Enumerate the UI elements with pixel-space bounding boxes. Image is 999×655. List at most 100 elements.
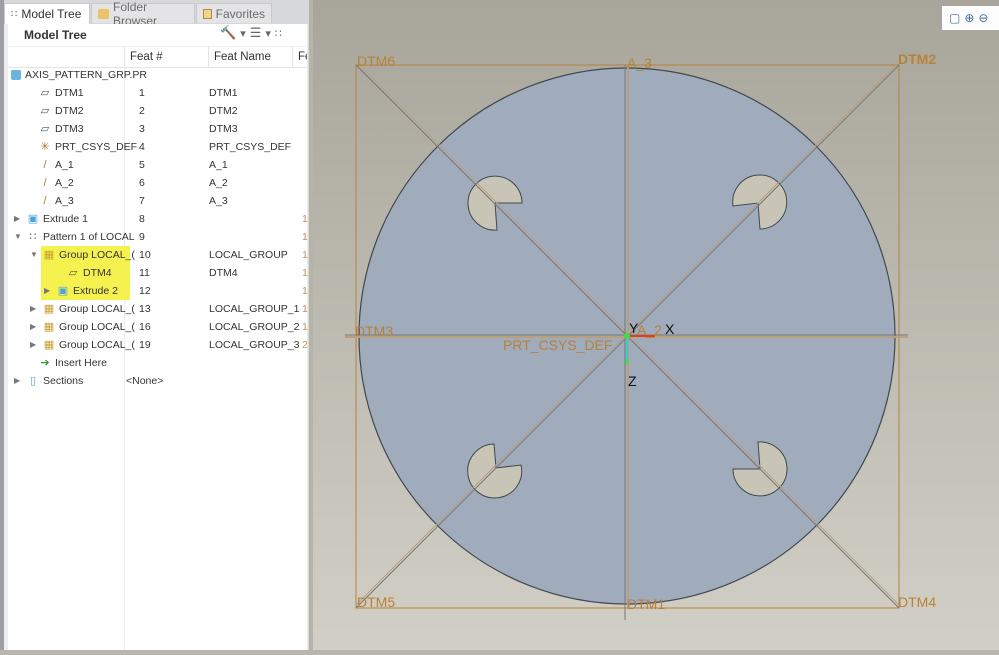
- label-dtm4[interactable]: DTM4: [898, 594, 936, 610]
- tree-row[interactable]: / A_1 5 A_1: [8, 156, 307, 174]
- expand-right-icon[interactable]: ▶: [30, 300, 39, 318]
- label-dtm2[interactable]: DTM2: [898, 51, 936, 67]
- tree-row[interactable]: / A_3 7 A_3: [8, 192, 307, 210]
- tree-row[interactable]: ▶ ▦ Group LOCAL_(13 LOCAL_GROUP_1 1: [8, 300, 308, 318]
- tree-row[interactable]: ▶ ▣ Extrude 2 12 1: [8, 282, 308, 300]
- datum-axis-icon: /: [43, 177, 47, 189]
- label-a3[interactable]: A_3: [627, 55, 652, 71]
- tree-row[interactable]: ▼ ▦ Group LOCAL_(10 LOCAL_GROUP 1: [8, 246, 308, 264]
- expand-right-icon[interactable]: ▶: [44, 282, 53, 300]
- panel-left-edge: [0, 0, 4, 650]
- chevron-down-icon[interactable]: ▾: [265, 27, 271, 40]
- tree-toolbar: 🔨 ▾ ☰ ▾ ∷: [220, 25, 282, 41]
- feat-num: 4: [139, 141, 145, 153]
- view-toolbar: ▢ ⊕ ⊖: [942, 6, 999, 30]
- feat-extra: 1: [302, 267, 308, 279]
- feat-num: 12: [139, 285, 151, 297]
- zoom-in-icon[interactable]: ⊕: [964, 11, 974, 25]
- feat-name: DTM3: [209, 123, 238, 135]
- feat-name: LOCAL_GROUP_3: [209, 339, 300, 351]
- label-dtm5[interactable]: DTM5: [357, 594, 395, 610]
- expand-down-icon[interactable]: ▼: [14, 228, 23, 246]
- feat-num: 19: [139, 339, 151, 351]
- feat-num: 11: [139, 267, 150, 279]
- tree-row[interactable]: ▱ DTM4 11 DTM4 1: [8, 264, 308, 282]
- feat-num: 2: [139, 105, 145, 117]
- tree-row-label: A_1: [55, 159, 74, 171]
- feat-name: DTM2: [209, 105, 238, 117]
- datum-plane-icon: ▱: [40, 123, 50, 135]
- feat-num: 3: [139, 123, 145, 135]
- label-x-axis: X: [665, 321, 675, 337]
- tree-row-label: DTM3: [55, 123, 84, 135]
- feat-extra: 1: [302, 285, 308, 297]
- tab-model-tree[interactable]: ∷ Model Tree: [4, 3, 90, 24]
- expand-right-icon[interactable]: ▶: [30, 318, 39, 336]
- expand-right-icon[interactable]: ▶: [14, 372, 23, 390]
- col-tree[interactable]: [8, 47, 124, 67]
- panel-tabs: ∷ Model Tree Folder Browser Favorites: [4, 0, 308, 28]
- tab-folder-browser[interactable]: Folder Browser: [91, 0, 195, 28]
- tree-row[interactable]: ▶ ▣ Extrude 1 8 1: [8, 210, 308, 228]
- feat-extra: 1: [302, 303, 308, 315]
- datum-plane-icon: ▱: [40, 87, 50, 99]
- tree-row[interactable]: ▱ DTM3 3 DTM3: [8, 120, 307, 138]
- tree-row[interactable]: ➔ Insert Here: [8, 354, 307, 372]
- tree-row-label: Group LOCAL_(: [59, 303, 135, 315]
- label-csys[interactable]: PRT_CSYS_DEF: [503, 337, 612, 353]
- column-header: Feat # Feat Name Fe: [8, 46, 307, 68]
- expand-right-icon[interactable]: ▶: [14, 210, 23, 228]
- zoom-out-icon[interactable]: ⊖: [978, 11, 988, 25]
- tree-row-label: DTM1: [55, 87, 84, 99]
- tree-row[interactable]: ✳ PRT_CSYS_DEF 4 PRT_CSYS_DEF: [8, 138, 307, 156]
- label-z-axis: Z: [628, 373, 637, 389]
- tree-row-label: DTM2: [55, 105, 84, 117]
- feat-num: 6: [139, 177, 145, 189]
- feat-num: 5: [139, 159, 145, 171]
- tree-row-label: Pattern 1 of LOCAL: [43, 231, 135, 243]
- datum-plane-icon: ▱: [40, 105, 50, 117]
- favorites-icon: [203, 8, 212, 19]
- tree-row-label: Extrude 1: [43, 213, 88, 225]
- tree-row[interactable]: ▶ ▦ Group LOCAL_(19 LOCAL_GROUP_3 2: [8, 336, 308, 354]
- insert-here-icon: ➔: [40, 357, 50, 369]
- expand-down-icon[interactable]: ▼: [30, 246, 39, 264]
- col-feat-name[interactable]: Feat Name: [208, 47, 292, 67]
- settings-tools-icon[interactable]: 🔨: [220, 25, 236, 41]
- feat-name: DTM4: [209, 267, 238, 279]
- tree-row[interactable]: / A_2 6 A_2: [8, 174, 307, 192]
- model-tree-panel: ∷ Model Tree Folder Browser Favorites Mo…: [0, 0, 314, 650]
- tab-label: Model Tree: [21, 7, 82, 21]
- label-y-axis: Y: [629, 320, 639, 336]
- tree-root[interactable]: AXIS_PATTERN_GRP.PR: [8, 66, 307, 84]
- col-fe[interactable]: Fe: [292, 47, 307, 67]
- chevron-down-icon[interactable]: ▾: [240, 27, 246, 40]
- show-list-icon[interactable]: ☰: [250, 25, 262, 41]
- group-icon: ▦: [43, 339, 55, 351]
- filter-tree-icon[interactable]: ∷: [275, 27, 282, 40]
- zoom-fit-icon[interactable]: ▢: [949, 11, 960, 25]
- col-feat-num[interactable]: Feat #: [124, 47, 208, 67]
- expand-right-icon[interactable]: ▶: [30, 336, 39, 354]
- feat-name: A_2: [209, 177, 228, 189]
- label-dtm6[interactable]: DTM6: [357, 53, 395, 69]
- group-icon: ▦: [43, 303, 55, 315]
- label-a2[interactable]: A_2: [637, 322, 662, 338]
- tree-row-label: Extrude 2: [73, 285, 118, 297]
- tree-row[interactable]: ▼ ∷ Pattern 1 of LOCAL 9 1: [8, 228, 308, 246]
- feat-num: 13: [139, 303, 151, 315]
- label-dtm1[interactable]: DTM1: [627, 596, 665, 612]
- csys-z-end: [625, 360, 629, 364]
- label-dtm3[interactable]: DTM3: [355, 323, 393, 339]
- tree-row-label: Group LOCAL_(: [59, 321, 135, 333]
- tab-label: Favorites: [215, 6, 265, 21]
- tab-favorites[interactable]: Favorites: [196, 3, 272, 23]
- graphics-viewport[interactable]: DTM6 A_3 DTM2 DTM3 PRT_CSYS_DEF A_2 DTM5…: [313, 0, 999, 650]
- model-tree-icon: ∷: [11, 8, 18, 20]
- tree-row[interactable]: ▱ DTM2 2 DTM2: [8, 102, 307, 120]
- extrude-icon: ▣: [27, 213, 39, 225]
- tree-row[interactable]: ▶ ▯ Sections <None>: [8, 372, 307, 390]
- tree-row[interactable]: ▶ ▦ Group LOCAL_(16 LOCAL_GROUP_2 1: [8, 318, 308, 336]
- tree-title: Model Tree: [24, 28, 87, 42]
- tree-row[interactable]: ▱ DTM1 1 DTM1: [8, 84, 307, 102]
